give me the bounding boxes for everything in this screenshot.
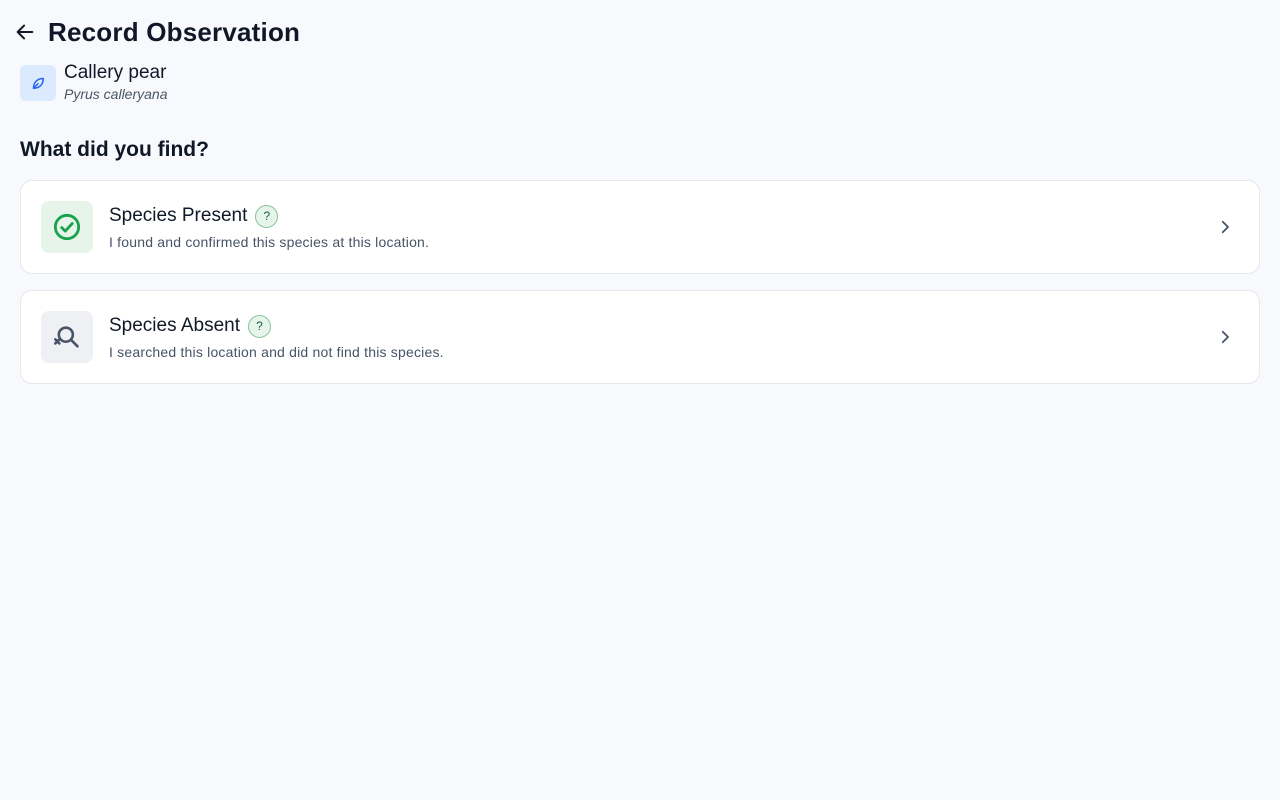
question-heading: What did you find? xyxy=(20,138,209,161)
species-icon-badge xyxy=(20,64,56,101)
species-common-name: Callery pear xyxy=(64,62,167,83)
header: Record Observation xyxy=(12,14,300,50)
absent-title-row: Species Absent ? xyxy=(109,314,1213,338)
present-text: Species Present ? I found and confirmed … xyxy=(109,204,1213,250)
chevron-right-icon xyxy=(1213,215,1237,239)
absent-title: Species Absent xyxy=(109,315,240,336)
present-title: Species Present xyxy=(109,205,248,226)
page-title: Record Observation xyxy=(48,16,301,47)
species-text: Callery pear Pyrus calleryana xyxy=(64,62,168,103)
record-observation-page: Record Observation Callery pear Pyrus ca… xyxy=(0,0,1280,800)
species-present-option[interactable]: Species Present ? I found and confirmed … xyxy=(20,180,1260,274)
search-x-icon xyxy=(54,326,79,348)
arrow-left-icon xyxy=(16,24,34,40)
check-circle-icon xyxy=(53,213,81,241)
chevron-right-icon xyxy=(1213,325,1237,349)
absent-text: Species Absent ? I searched this locatio… xyxy=(109,314,1213,360)
absent-icon-badge xyxy=(41,311,93,363)
leaf-icon xyxy=(32,77,44,89)
absent-help-button[interactable]: ? xyxy=(247,314,271,338)
present-help-button[interactable]: ? xyxy=(255,204,279,228)
species-scientific-name: Pyrus calleryana xyxy=(64,86,168,102)
species-absent-option[interactable]: Species Absent ? I searched this locatio… xyxy=(20,290,1260,384)
species-summary: Callery pear Pyrus calleryana xyxy=(20,62,168,103)
present-icon-badge xyxy=(41,201,93,253)
absent-description: I searched this location and did not fin… xyxy=(109,343,444,360)
present-title-row: Species Present ? xyxy=(109,204,1213,228)
back-button[interactable] xyxy=(12,19,38,45)
present-description: I found and confirmed this species at th… xyxy=(109,233,430,250)
